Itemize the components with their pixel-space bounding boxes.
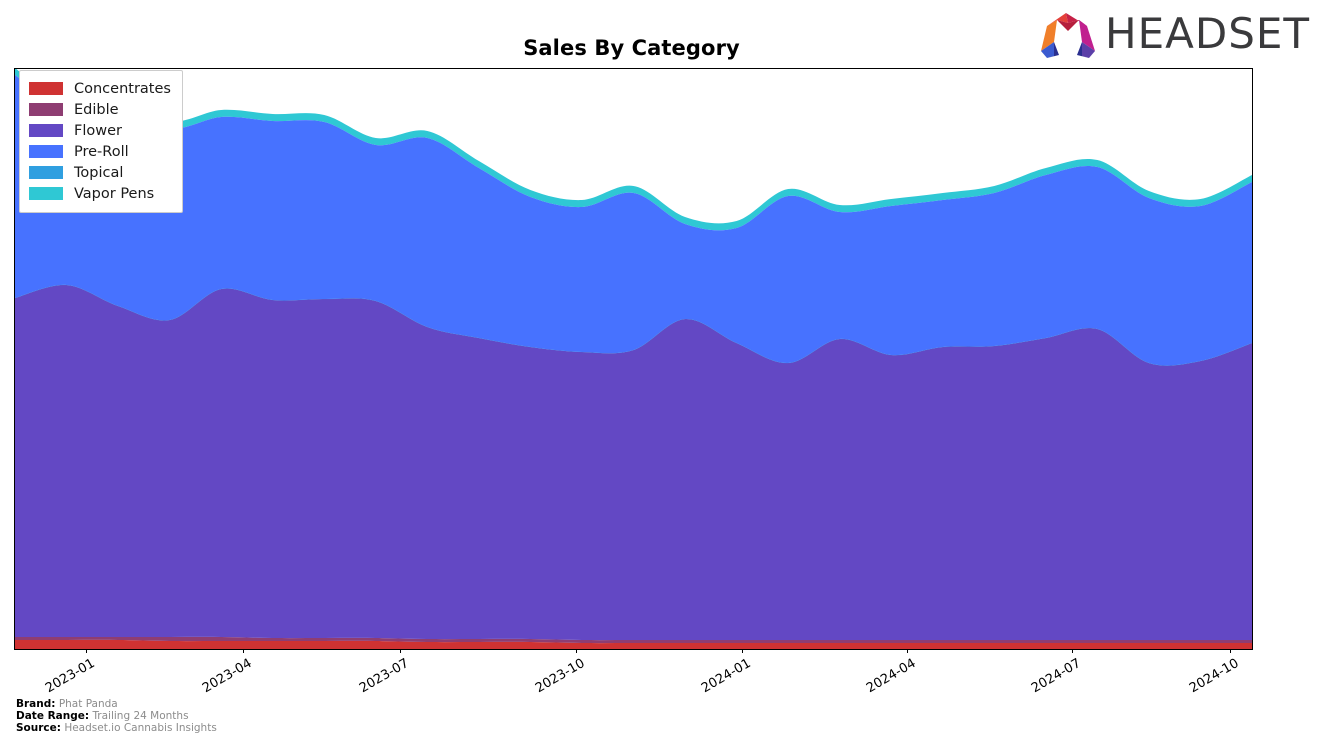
chart-legend: Concentrates Edible Flower Pre-Roll Topi… [19, 70, 183, 213]
chart-plot-area [14, 68, 1253, 650]
legend-label-topical: Topical [74, 164, 124, 181]
brand-logo-text: HEADSET [1105, 9, 1311, 58]
x-tick-mark [907, 649, 908, 653]
legend-item-vapor-pens[interactable]: Vapor Pens [29, 183, 171, 204]
legend-label-concentrates: Concentrates [74, 80, 171, 97]
legend-item-pre-roll[interactable]: Pre-Roll [29, 141, 171, 162]
legend-label-edible: Edible [74, 101, 119, 118]
x-tick-label: 2023-01 [42, 656, 98, 697]
legend-item-topical[interactable]: Topical [29, 162, 171, 183]
x-tick-mark [576, 649, 577, 653]
legend-label-flower: Flower [74, 122, 122, 139]
x-tick-label: 2024-01 [698, 656, 754, 697]
x-tick-mark [742, 649, 743, 653]
chart-footer: Brand: Phat Panda Date Range: Trailing 2… [16, 698, 217, 735]
x-tick-mark [86, 649, 87, 653]
x-tick-mark [243, 649, 244, 653]
x-tick-label: 2024-07 [1028, 656, 1084, 697]
x-tick-label: 2024-10 [1186, 656, 1242, 697]
legend-label-vapor-pens: Vapor Pens [74, 185, 155, 202]
legend-swatch-pre-roll [29, 145, 63, 158]
footer-source: Source: Headset.io Cannabis Insights [16, 721, 217, 735]
footer-date-range-key: Date Range: [16, 709, 90, 722]
legend-swatch-vapor-pens [29, 187, 63, 200]
x-tick-label: 2024-04 [863, 656, 919, 697]
legend-item-concentrates[interactable]: Concentrates [29, 78, 171, 99]
legend-swatch-concentrates [29, 82, 63, 95]
footer-brand-value: Phat Panda [58, 698, 118, 710]
x-tick-mark [1072, 649, 1073, 653]
x-tick-mark [400, 649, 401, 653]
x-tick-label: 2023-04 [199, 656, 255, 697]
x-tick-mark [1230, 649, 1231, 653]
x-tick-label: 2023-07 [356, 656, 412, 697]
footer-source-value: Headset.io Cannabis Insights [64, 721, 217, 734]
legend-swatch-topical [29, 166, 63, 179]
legend-swatch-flower [29, 124, 63, 137]
legend-item-edible[interactable]: Edible [29, 99, 171, 120]
stacked-area-chart [15, 69, 1252, 649]
brand-logo: HEADSET [1037, 8, 1309, 60]
legend-label-pre-roll: Pre-Roll [74, 143, 129, 160]
legend-swatch-edible [29, 103, 63, 116]
headset-arch-logo-icon [1041, 13, 1095, 58]
x-tick-label: 2023-10 [532, 656, 588, 697]
footer-source-key: Source: [16, 721, 61, 734]
footer-date-range-value: Trailing 24 Months [92, 709, 189, 722]
legend-item-flower[interactable]: Flower [29, 120, 171, 141]
footer-brand-key: Brand: [16, 698, 56, 710]
